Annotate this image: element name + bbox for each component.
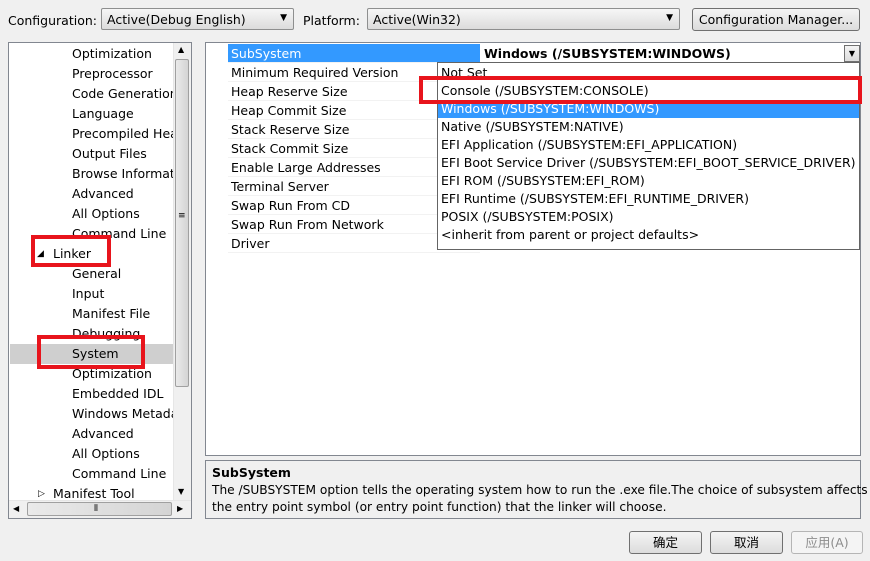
vertical-scrollbar[interactable]: ▲ ≡ ▼ <box>173 43 191 501</box>
property-row-subsystem[interactable]: SubSystem <box>228 44 480 63</box>
grip-icon: ⦀ <box>94 504 98 514</box>
scroll-up-icon[interactable]: ▲ <box>178 45 184 54</box>
grip-icon: ≡ <box>178 211 186 221</box>
apply-button[interactable]: 应用(A) <box>791 531 863 554</box>
tree-item[interactable]: Preprocessor <box>72 64 153 84</box>
tree-item[interactable]: Output Files <box>72 144 147 164</box>
tree-item[interactable]: Windows Metada <box>72 404 178 424</box>
horizontal-scrollbar[interactable]: ◀ ⦀ ▶ <box>9 500 191 518</box>
configuration-manager-button[interactable]: Configuration Manager... <box>692 8 860 31</box>
tree-item[interactable]: All Options <box>72 204 140 224</box>
dropdown-option-windows[interactable]: Windows (/SUBSYSTEM:WINDOWS) <box>438 100 859 118</box>
tree-item[interactable]: Embedded IDL <box>72 384 163 404</box>
configuration-value: Active(Debug English) <box>107 12 246 27</box>
dropdown-option[interactable]: POSIX (/SUBSYSTEM:POSIX) <box>438 208 859 226</box>
scroll-right-icon[interactable]: ▶ <box>177 504 183 513</box>
tree-item[interactable]: Debugging <box>72 324 140 344</box>
description-text-line2: the entry point symbol (or entry point f… <box>212 500 667 514</box>
tree-item[interactable]: Advanced <box>72 424 134 444</box>
ok-button[interactable]: 确定 <box>629 531 702 554</box>
dropdown-option[interactable]: Not Set <box>438 64 859 82</box>
configuration-select[interactable]: Active(Debug English) ▼ <box>101 8 294 30</box>
platform-label: Platform: <box>303 13 360 28</box>
scroll-left-icon[interactable]: ◀ <box>13 504 19 513</box>
dropdown-option[interactable]: EFI Runtime (/SUBSYSTEM:EFI_RUNTIME_DRIV… <box>438 190 859 208</box>
scroll-down-icon[interactable]: ▼ <box>178 487 184 496</box>
expanded-triangle-icon[interactable]: ◢ <box>37 244 44 264</box>
tree-item[interactable]: General <box>72 264 121 284</box>
scroll-thumb[interactable]: ⦀ <box>27 502 172 516</box>
tree-item[interactable]: All Options <box>72 444 140 464</box>
configuration-label: Configuration: <box>8 13 97 28</box>
dropdown-option[interactable]: EFI ROM (/SUBSYSTEM:EFI_ROM) <box>438 172 859 190</box>
dropdown-option-console[interactable]: Console (/SUBSYSTEM:CONSOLE) <box>438 82 859 100</box>
tree-item[interactable]: Command Line <box>72 464 166 484</box>
dropdown-option[interactable]: Native (/SUBSYSTEM:NATIVE) <box>438 118 859 136</box>
tree-item[interactable]: Optimization <box>72 44 152 64</box>
chevron-down-icon[interactable]: ▼ <box>844 45 860 62</box>
tree-item[interactable]: Optimization <box>72 364 152 384</box>
tree-item[interactable]: Browse Informatio <box>72 164 186 184</box>
dropdown-option[interactable]: EFI Application (/SUBSYSTEM:EFI_APPLICAT… <box>438 136 859 154</box>
tree-item[interactable]: Manifest File <box>72 304 150 324</box>
cancel-button[interactable]: 取消 <box>710 531 783 554</box>
tree-item[interactable]: Precompiled Head <box>72 124 186 144</box>
tree-item[interactable]: Command Line <box>72 224 166 244</box>
tree-item[interactable]: Input <box>72 284 104 304</box>
tree-item-linker[interactable]: Linker <box>53 244 91 264</box>
platform-select[interactable]: Active(Win32) ▼ <box>367 8 680 30</box>
description-panel: SubSystem The /SUBSYSTEM option tells th… <box>205 460 868 519</box>
description-text-line1: The /SUBSYSTEM option tells the operatin… <box>212 483 868 497</box>
description-title: SubSystem <box>212 465 291 480</box>
subsystem-value: Windows (/SUBSYSTEM:WINDOWS) <box>484 46 731 61</box>
tree-item[interactable]: Language <box>72 104 134 124</box>
subsystem-dropdown-list[interactable]: Not Set Console (/SUBSYSTEM:CONSOLE) Win… <box>437 62 860 250</box>
dropdown-option[interactable]: EFI Boot Service Driver (/SUBSYSTEM:EFI_… <box>438 154 859 172</box>
dropdown-option[interactable]: <inherit from parent or project defaults… <box>438 226 859 244</box>
tree-item[interactable]: Advanced <box>72 184 134 204</box>
subsystem-value-combo[interactable]: Windows (/SUBSYSTEM:WINDOWS) ▼ <box>480 44 860 63</box>
chevron-down-icon: ▼ <box>666 13 673 23</box>
tree-item[interactable]: Code Generation <box>72 84 178 104</box>
platform-value: Active(Win32) <box>373 12 461 27</box>
tree-item-system[interactable]: System <box>10 344 175 364</box>
settings-tree[interactable]: Optimization Preprocessor Code Generatio… <box>8 42 192 519</box>
chevron-down-icon: ▼ <box>280 13 287 23</box>
scroll-thumb[interactable]: ≡ <box>175 59 189 387</box>
